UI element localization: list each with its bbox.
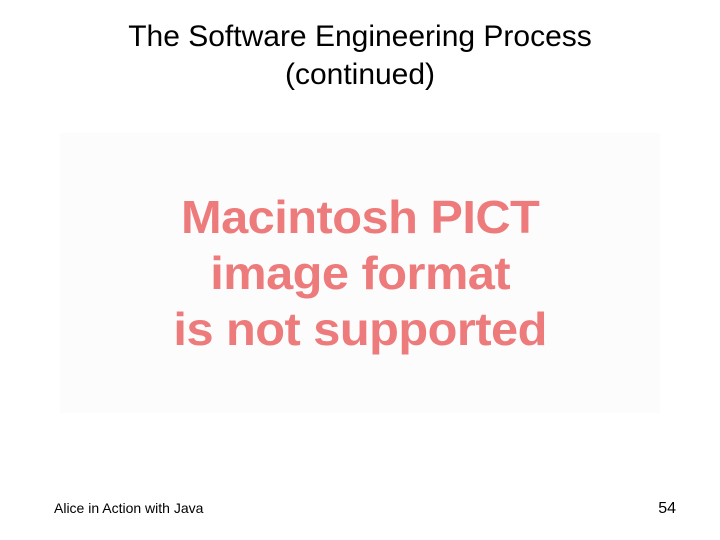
page-number: 54 [658,500,676,518]
image-placeholder: Macintosh PICT image format is not suppo… [60,133,660,413]
title-line-2: (continued) [0,56,720,94]
title-line-1: The Software Engineering Process [0,18,720,56]
footer-source: Alice in Action with Java [54,500,203,516]
slide-title: The Software Engineering Process (contin… [0,0,720,93]
image-error-message: Macintosh PICT image format is not suppo… [173,189,546,357]
error-line-1: Macintosh PICT [173,189,546,245]
slide-footer: Alice in Action with Java 54 [0,500,720,518]
error-line-2: image format [173,245,546,301]
error-line-3: is not supported [173,301,546,357]
